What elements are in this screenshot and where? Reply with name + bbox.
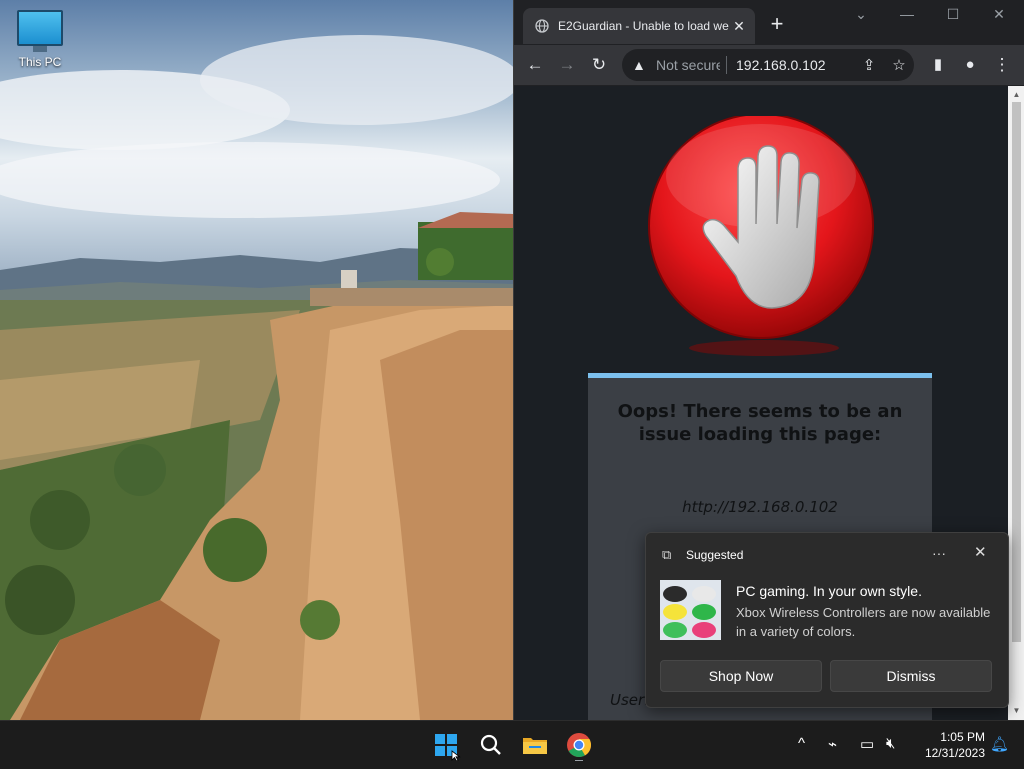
- profile-icon[interactable]: ●: [958, 53, 982, 77]
- monitor-stand: [33, 46, 47, 52]
- toast-source: Suggested: [686, 548, 744, 562]
- tab-e2guardian[interactable]: E2Guardian - Unable to load we ✕: [523, 8, 755, 44]
- toast-close-icon[interactable]: ✕: [974, 543, 987, 561]
- toast-header: ⧉ Suggested: [662, 547, 743, 563]
- file-explorer-icon[interactable]: [519, 729, 551, 761]
- notification-bell-icon[interactable]: 🔔︎: [990, 735, 1009, 753]
- search-icon[interactable]: [475, 729, 507, 761]
- user-label: User:: [610, 691, 650, 709]
- error-heading: Oops! There seems to be an issue loading…: [617, 401, 903, 445]
- browser-toolbar: ← → ↻ ▲ Not secure 192.168.0.102 ⇪ ☆ ▮ ●…: [514, 45, 1024, 85]
- bookmark-star-icon[interactable]: ☆: [884, 56, 914, 74]
- blocked-url: http://192.168.0.102: [682, 498, 838, 516]
- chrome-icon[interactable]: [563, 729, 595, 761]
- xbox-controllers-image: [660, 580, 721, 640]
- taskbar: ^ ⌁ ▭ 🔇︎ 1:05 PM 12/31/2023 🔔︎: [0, 720, 1024, 769]
- more-options-icon[interactable]: ···: [932, 545, 946, 561]
- toast-body: Xbox Wireless Controllers are now availa…: [736, 605, 991, 639]
- clock-date: 12/31/2023: [924, 746, 985, 760]
- scrollbar-thumb[interactable]: [1012, 102, 1021, 642]
- scroll-down-arrow-icon[interactable]: ▼: [1008, 704, 1024, 718]
- display-icon[interactable]: ▭: [860, 735, 874, 753]
- share-icon[interactable]: ⇪: [854, 56, 884, 74]
- vertical-scrollbar[interactable]: ▲ ▼: [1008, 86, 1024, 720]
- reload-icon[interactable]: ↻: [587, 53, 611, 77]
- volume-mute-icon[interactable]: 🔇︎: [886, 735, 895, 752]
- suggested-icon: ⧉: [662, 547, 672, 562]
- chevron-up-icon[interactable]: ^: [798, 735, 805, 752]
- windows-start-icon[interactable]: [430, 729, 462, 761]
- clock-time: 1:05 PM: [940, 730, 985, 744]
- close-icon[interactable]: ✕: [976, 6, 1022, 26]
- notification-toast[interactable]: ⧉ Suggested ··· ✕ PC gaming. In your own…: [645, 532, 1009, 708]
- toast-title: PC gaming. In your own style.: [736, 583, 922, 599]
- scroll-up-arrow-icon[interactable]: ▲: [1008, 88, 1024, 102]
- forward-icon[interactable]: →: [555, 53, 579, 77]
- warning-triangle-icon[interactable]: ▲: [632, 57, 648, 73]
- tab-close-icon[interactable]: ✕: [729, 18, 749, 35]
- tab-strip: E2Guardian - Unable to load we ✕ + ⌄ — ☐…: [514, 0, 1024, 45]
- desktop-icon-label: This PC: [18, 55, 62, 69]
- url-text[interactable]: 192.168.0.102: [736, 57, 854, 73]
- maximize-icon[interactable]: ☐: [930, 6, 976, 26]
- minimize-icon[interactable]: —: [884, 6, 930, 26]
- network-icon[interactable]: ⌁: [828, 735, 837, 753]
- this-pc-monitor-icon: [17, 10, 63, 46]
- tab-title: E2Guardian - Unable to load we: [558, 19, 729, 33]
- menu-kebab-icon[interactable]: ⋮: [990, 53, 1014, 77]
- chevron-down-icon[interactable]: ⌄: [838, 6, 884, 26]
- desktop-icon-this-pc[interactable]: This PC: [12, 10, 68, 69]
- new-tab-button[interactable]: +: [766, 13, 788, 35]
- security-status: Not secure: [656, 57, 720, 73]
- dismiss-button[interactable]: Dismiss: [830, 660, 992, 692]
- back-icon[interactable]: ←: [523, 53, 547, 77]
- omnibox-divider: [726, 56, 727, 74]
- address-bar[interactable]: ▲ Not secure 192.168.0.102 ⇪ ☆: [622, 49, 914, 81]
- stop-hand-icon: [648, 116, 874, 356]
- taskbar-clock[interactable]: 1:05 PM 12/31/2023: [915, 729, 985, 761]
- side-panel-icon[interactable]: ▮: [926, 53, 950, 77]
- shop-now-button[interactable]: Shop Now: [660, 660, 822, 692]
- globe-icon: [535, 19, 549, 33]
